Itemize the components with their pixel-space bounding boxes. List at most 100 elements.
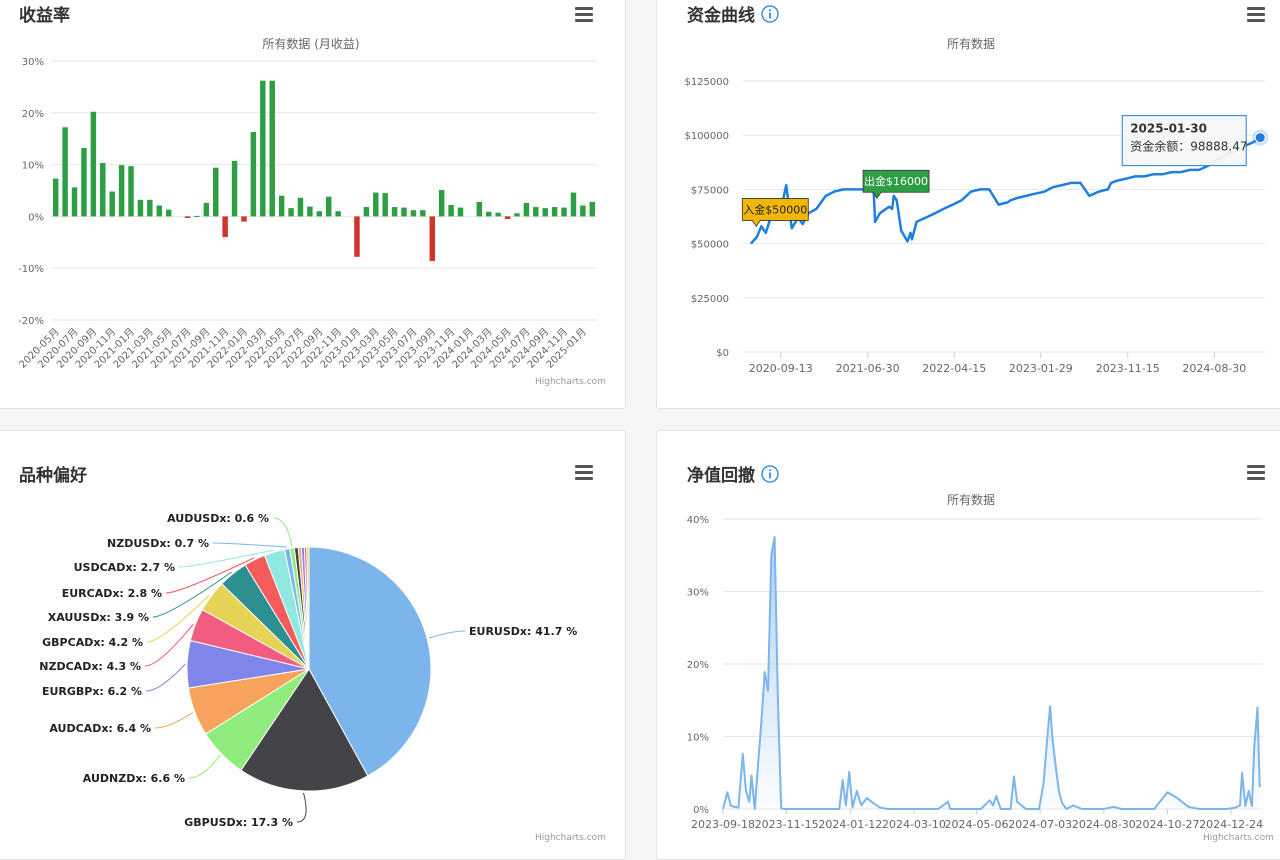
return-bar <box>335 211 341 217</box>
pie-label: NZDCADx: 4.3 % <box>39 660 141 673</box>
return-bar <box>448 205 454 217</box>
return-bar <box>580 205 586 217</box>
return-bar <box>222 216 228 238</box>
pie-label: AUDCADx: 6.4 % <box>49 722 151 735</box>
x-tick-label: 2024-05-06 <box>945 818 1009 831</box>
return-bar <box>457 207 464 217</box>
y-tick-label: 0% <box>693 805 709 816</box>
pie-label: AUDNZDx: 6.6 % <box>83 772 185 785</box>
pie-label: EURCADx: 2.8 % <box>62 587 162 600</box>
y-tick-label: -10% <box>18 264 44 275</box>
return-bar <box>288 208 294 217</box>
pie-connector <box>296 792 307 823</box>
y-tick-label: $75000 <box>691 185 729 196</box>
return-bar <box>241 216 247 222</box>
return-bar <box>316 211 323 217</box>
pie-connector <box>188 755 221 779</box>
pie-label: AUDUSDx: 0.6 % <box>167 512 269 525</box>
pie-label: EURGBPx: 6.2 % <box>42 685 142 698</box>
x-tick-label: 2021-06-30 <box>836 362 900 375</box>
y-tick-label: 20% <box>687 660 709 671</box>
return-bar <box>71 187 78 217</box>
pie-connector <box>212 542 287 548</box>
x-tick-label: 2020-09-13 <box>749 362 813 375</box>
pie-label: EURUSDx: 41.7 % <box>469 625 577 638</box>
x-tick-label: 2024-01-12 <box>818 818 882 831</box>
tooltip-date: 2025-01-30 <box>1130 122 1207 136</box>
return-bar <box>90 111 97 217</box>
x-tick-label: 2023-01-29 <box>1009 362 1073 375</box>
return-bar <box>297 197 304 217</box>
return-bar <box>260 80 266 217</box>
return-bar <box>504 216 511 219</box>
return-bar <box>486 211 492 217</box>
drawdown-area-chart: 40%30%20%10%0%2023-09-18 2023-11-15 2024-0… <box>687 515 1263 831</box>
y-tick-label: 10% <box>687 733 709 744</box>
flag-annotation: 入金$50000 <box>741 198 809 228</box>
return-bar <box>109 191 115 217</box>
x-tick-label: 2024-10-27 <box>1136 818 1200 831</box>
y-tick-label: $0 <box>716 348 729 359</box>
pie-label: XAUUSDx: 3.9 % <box>48 611 149 624</box>
return-bar <box>269 80 275 217</box>
y-tick-label: $50000 <box>691 240 729 251</box>
y-tick-label: 30% <box>687 588 709 599</box>
pie-connector <box>428 630 466 639</box>
return-bar <box>429 216 435 261</box>
return-bar <box>137 199 144 217</box>
return-bar <box>250 131 257 217</box>
return-bar <box>495 212 501 217</box>
pie-label: USDCADx: 2.7 % <box>74 561 175 574</box>
return-bar <box>363 207 370 217</box>
return-bar <box>307 206 313 217</box>
return-bar <box>354 216 360 257</box>
return-bar <box>81 148 87 217</box>
equity-hover-point <box>1254 132 1266 144</box>
drawdown-credit[interactable]: Highcharts.com <box>1203 833 1274 843</box>
y-tick-label: $25000 <box>691 294 729 305</box>
return-bar <box>542 208 548 217</box>
return-bar <box>391 207 398 217</box>
return-bar <box>231 160 238 217</box>
symbol-pie-chart: EURUSDx: 41.7 % GBPUSDx: 17.3 % AUDNZDx: 6… <box>39 512 577 829</box>
returns-card: 收益率 所有数据 (月收益) 30% 20% 10% 0% -10% -20% 2020-0… <box>0 0 626 409</box>
return-bar <box>438 189 445 217</box>
y-tick-label: $100000 <box>684 131 729 142</box>
pie-credit[interactable]: Highcharts.com <box>535 833 606 843</box>
x-tick-label: 2024-07-03 <box>1008 818 1072 831</box>
return-bar <box>62 127 68 217</box>
tooltip-value: 资金余额：98888.47 <box>1130 139 1247 154</box>
x-tick-label: 2024-03-10 <box>882 818 946 831</box>
y-tick-label: 0% <box>28 212 44 223</box>
return-bar <box>147 199 153 217</box>
return-bar <box>523 202 530 217</box>
return-bar <box>156 205 162 217</box>
drawdown-area <box>723 537 1260 809</box>
y-tick-label: $125000 <box>684 77 729 88</box>
pie-label: GBPUSDx: 17.3 % <box>184 816 293 829</box>
returns-credit[interactable]: Highcharts.com <box>535 377 606 387</box>
return-bar <box>278 195 285 217</box>
return-bar <box>184 216 191 218</box>
y-tick-label: -20% <box>18 316 44 327</box>
drawdown-card: 净值回撤 所有数据 40% 30% 20% 10% 0% 2023-09-18 2023-1… <box>656 430 1280 860</box>
pie-connector <box>272 517 293 547</box>
x-tick-label: 2024-08-30 <box>1182 362 1246 375</box>
pie-label: GBPCADx: 4.2 % <box>42 636 143 649</box>
y-tick-label: 30% <box>22 57 44 68</box>
x-tick-label: 2023-11-15 <box>1096 362 1160 375</box>
x-tick-label: 2023-09-18 <box>691 818 755 831</box>
y-tick-label: 20% <box>22 109 44 120</box>
return-bar <box>128 166 134 217</box>
pie-connector <box>154 712 194 729</box>
return-bar <box>410 210 417 217</box>
pie-label: NZDUSDx: 0.7 % <box>107 537 209 550</box>
flag-label: 入金$50000 <box>743 202 807 216</box>
return-bar <box>325 196 332 217</box>
return-bar <box>100 163 106 217</box>
return-bar <box>194 215 200 217</box>
return-bar <box>203 202 210 217</box>
pie-connector <box>145 663 186 692</box>
return-bar <box>570 192 577 217</box>
return-bar <box>382 193 388 217</box>
